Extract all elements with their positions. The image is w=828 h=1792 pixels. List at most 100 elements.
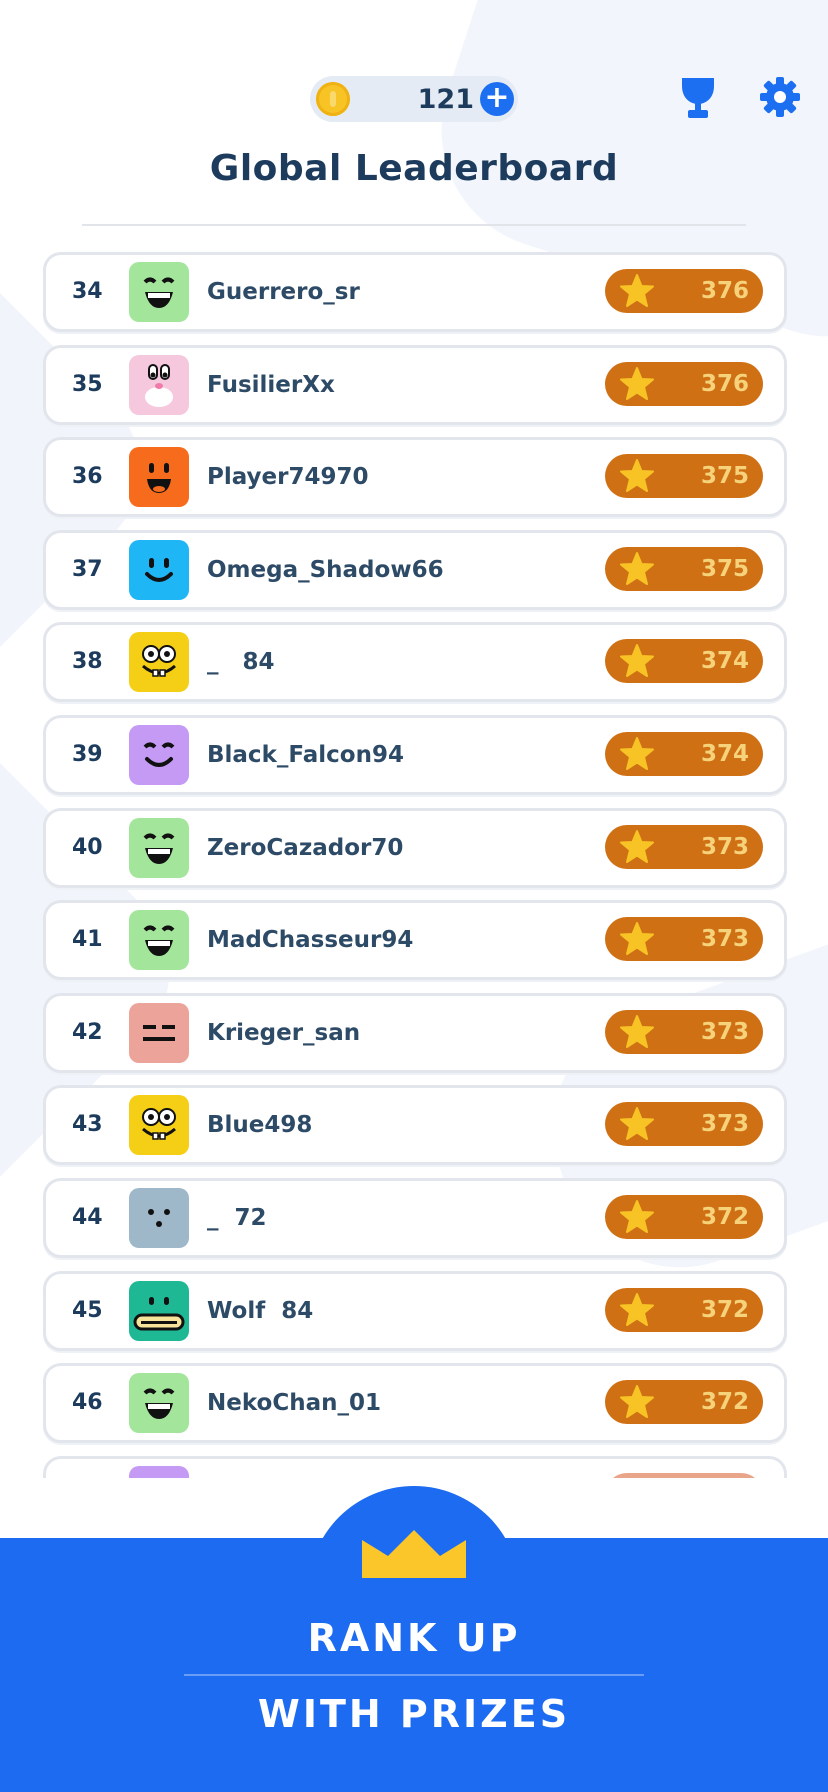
- player-avatar: [129, 1188, 189, 1248]
- star-icon: [620, 644, 654, 678]
- star-icon: [620, 274, 654, 307]
- leaderboard-row[interactable]: 45 Wolf 84 372: [43, 1270, 787, 1351]
- score-badge: [605, 1472, 763, 1478]
- score-value: 373: [700, 1111, 749, 1138]
- leaderboard-row[interactable]: 40 ZeroCazador70 373: [43, 807, 787, 888]
- leaderboard-list[interactable]: 34 Guerrero_sr 376 35 FusilierXx 376 36 Player7…: [40, 250, 790, 1478]
- score-badge: 375: [605, 546, 763, 591]
- player-avatar: [129, 1280, 189, 1341]
- rank-number: 43: [72, 1112, 103, 1138]
- crown-icon: [362, 1530, 466, 1578]
- score-value: 374: [700, 741, 749, 767]
- leaderboard-row[interactable]: 44 _ 72 372: [43, 1178, 787, 1258]
- leaderboard-row[interactable]: 46 NekoChan_01 372: [43, 1363, 787, 1444]
- header-divider: [82, 224, 746, 226]
- star-icon: [620, 737, 654, 770]
- player-name: ZeroCazador70: [207, 834, 404, 861]
- score-value: 376: [700, 370, 749, 397]
- coin-count: 121: [417, 84, 474, 115]
- coin-icon: [316, 82, 350, 116]
- player-name: _ 84: [207, 649, 275, 676]
- star-icon: [620, 1292, 654, 1326]
- star-icon: [620, 366, 654, 400]
- score-value: 375: [700, 463, 749, 490]
- score-badge: 375: [605, 454, 763, 499]
- player-name: _ 72: [207, 1205, 267, 1231]
- star-icon: [620, 829, 654, 863]
- score-badge: 374: [605, 732, 763, 776]
- player-avatar: [129, 817, 189, 878]
- rank-number: 45: [72, 1297, 103, 1323]
- banner-divider: [184, 1674, 644, 1676]
- player-avatar: [129, 1095, 189, 1156]
- score-badge: 374: [605, 639, 763, 684]
- banner-title: RANK UP: [307, 1616, 521, 1660]
- leaderboard-row[interactable]: 42 Krieger_san 373: [43, 992, 787, 1073]
- rank-number: 35: [72, 371, 103, 397]
- player-avatar: [129, 539, 189, 600]
- score-badge: 372: [605, 1195, 763, 1239]
- gear-icon[interactable]: [760, 76, 800, 118]
- player-name: Omega_Shadow66: [207, 556, 444, 583]
- rank-number: 41: [72, 927, 103, 953]
- score-badge: 376: [605, 269, 763, 313]
- page-title: Global Leaderboard: [209, 148, 619, 189]
- player-name: Guerrero_sr: [207, 279, 360, 305]
- score-badge: 373: [605, 1102, 763, 1147]
- rank-number: 39: [72, 742, 103, 767]
- score-badge: 372: [605, 1287, 763, 1332]
- score-value: 373: [700, 1018, 749, 1045]
- player-avatar: [129, 1002, 189, 1063]
- score-value: 375: [700, 555, 749, 582]
- leaderboard-row[interactable]: 41 MadChasseur94 373: [43, 900, 787, 981]
- leaderboard-row[interactable]: 38 _ 84 374: [43, 622, 787, 703]
- player-name: Wolf 84: [207, 1297, 314, 1324]
- leaderboard-row[interactable]: 35 FusilierXx 376: [43, 344, 787, 425]
- player-avatar: [129, 725, 189, 785]
- leaderboard-row[interactable]: 36 Player74970 375: [43, 437, 787, 518]
- star-icon: [620, 922, 654, 956]
- leaderboard-row-partial[interactable]: [43, 1455, 787, 1478]
- leaderboard-row[interactable]: 34 Guerrero_sr 376: [43, 252, 787, 332]
- trophy-icon[interactable]: [678, 76, 718, 120]
- star-icon: [620, 1385, 654, 1419]
- rank-number: 36: [72, 464, 103, 490]
- rank-number: 44: [72, 1205, 103, 1230]
- player-avatar: [129, 262, 189, 322]
- score-badge: 376: [605, 361, 763, 406]
- player-name: Player74970: [207, 464, 369, 491]
- player-name: FusilierXx: [207, 371, 335, 398]
- score-badge: 373: [605, 824, 763, 869]
- add-coins-button[interactable]: +: [480, 82, 514, 116]
- player-name: MadChasseur94: [207, 927, 414, 954]
- star-icon: [620, 551, 654, 585]
- score-value: 373: [700, 833, 749, 860]
- rank-number: 38: [72, 649, 103, 675]
- rank-number: 37: [72, 556, 103, 582]
- player-avatar: [129, 632, 189, 693]
- rank-number: 42: [72, 1019, 103, 1045]
- player-avatar: [129, 1373, 189, 1434]
- score-value: 374: [700, 648, 749, 675]
- rank-number: 40: [72, 834, 103, 860]
- banner-subtitle: WITH PRIZES: [257, 1692, 571, 1736]
- leaderboard-row[interactable]: 39 Black_Falcon94 374: [43, 715, 787, 795]
- player-name: Blue498: [207, 1112, 313, 1139]
- star-icon: [620, 1107, 654, 1141]
- rank-number: 46: [72, 1390, 103, 1416]
- player-avatar: [129, 447, 189, 508]
- star-icon: [620, 1014, 654, 1048]
- score-value: 376: [700, 278, 749, 304]
- player-avatar: [129, 1465, 189, 1478]
- player-avatar: [129, 910, 189, 971]
- leaderboard-row[interactable]: 43 Blue498 373: [43, 1085, 787, 1166]
- score-badge: 373: [605, 1009, 763, 1054]
- coin-balance[interactable]: 121 +: [310, 76, 518, 122]
- player-avatar: [129, 354, 189, 415]
- rank-number: 34: [72, 279, 103, 304]
- star-icon: [620, 459, 654, 493]
- score-value: 372: [700, 1204, 749, 1230]
- player-name: Black_Falcon94: [207, 742, 404, 768]
- leaderboard-row[interactable]: 37 Omega_Shadow66 375: [43, 529, 787, 610]
- player-name: NekoChan_01: [207, 1390, 381, 1417]
